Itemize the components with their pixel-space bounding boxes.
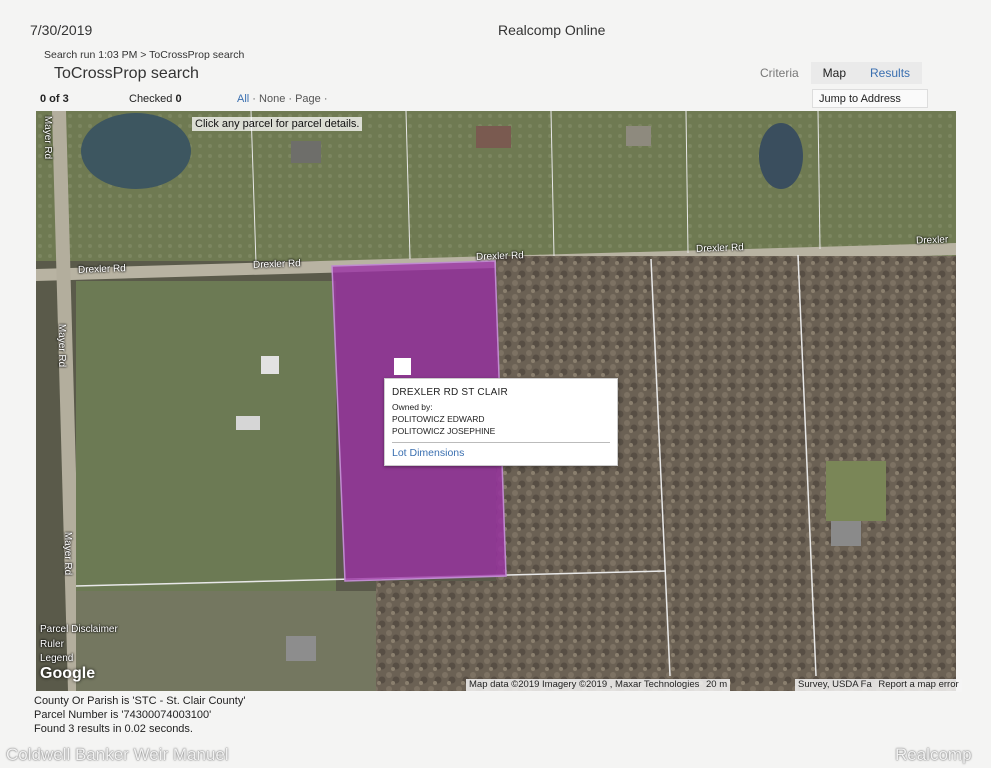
popup-marker: [394, 358, 411, 375]
popup-owned-by: Owned by:: [392, 402, 433, 412]
scale-bar: 20 m: [706, 679, 728, 690]
popup-owner: POLITOWICZ JOSEPHINE: [392, 426, 496, 436]
attribution-text: Map data ©2019 Imagery ©2019 , Maxar Tec…: [469, 679, 700, 690]
tab-results[interactable]: Results: [858, 62, 923, 84]
checked-count: Checked 0: [129, 93, 182, 105]
breadcrumb[interactable]: Search run 1:03 PM > ToCrossProp search: [44, 49, 244, 61]
road-label-mayer: Mayer Rd: [42, 115, 54, 160]
popup-divider: [392, 442, 610, 443]
criteria-parcel: Parcel Number is '74300074003100': [34, 709, 212, 721]
map-attribution-2: Survey, USDA Fa Report a map error: [795, 679, 962, 692]
road-label-drexler: Drexler Rd: [475, 250, 524, 263]
app-title: Realcomp Online: [498, 22, 606, 38]
page-title: ToCrossProp search: [54, 65, 199, 82]
road-label-mayer: Mayer Rd: [56, 323, 68, 368]
select-links: All · None · Page ·: [237, 93, 328, 105]
popup-owner: POLITOWICZ EDWARD: [392, 414, 485, 424]
road-label-drexler: Drexler: [915, 234, 949, 247]
watermark-right: Realcomp: [895, 745, 972, 764]
lot-dimensions-link[interactable]: Lot Dimensions: [392, 447, 610, 459]
legend-link[interactable]: Legend: [40, 653, 73, 664]
road-label-drexler: Drexler Rd: [252, 258, 301, 271]
result-summary: Found 3 results in 0.02 seconds.: [34, 723, 193, 735]
road-label-drexler: Drexler Rd: [695, 242, 744, 255]
result-count-value: 0 of 3: [40, 93, 69, 105]
parcel-popup: DREXLER RD ST CLAIR Owned by: POLITOWICZ…: [384, 378, 618, 466]
checked-value: 0: [175, 93, 182, 105]
result-count: 0 of 3: [40, 93, 69, 105]
checked-label: Checked: [129, 93, 173, 105]
select-page-link[interactable]: Page: [295, 93, 321, 105]
view-tabs: Criteria Map Results: [748, 62, 923, 84]
google-logo: Google: [40, 665, 96, 682]
attribution-text: Survey, USDA Fa: [798, 679, 872, 690]
road-label-mayer: Mayer Rd: [62, 531, 74, 576]
watermark-left: Coldwell Banker Weir Manuel: [6, 745, 229, 764]
ruler-link[interactable]: Ruler: [40, 639, 64, 650]
tab-map[interactable]: Map: [810, 62, 859, 84]
select-none-link[interactable]: None: [259, 93, 285, 105]
print-date: 7/30/2019: [30, 22, 93, 38]
map-hint: Click any parcel for parcel details.: [192, 117, 363, 131]
report-map-error-link[interactable]: Report a map error: [878, 679, 958, 690]
parcel-disclaimer-link[interactable]: Parcel Disclaimer: [40, 624, 118, 635]
road-label-drexler: Drexler Rd: [77, 263, 126, 276]
select-all-link[interactable]: All: [237, 93, 249, 105]
criteria-county: County Or Parish is 'STC - St. Clair Cou…: [34, 695, 246, 707]
tab-criteria[interactable]: Criteria: [748, 62, 811, 84]
jump-to-address-button[interactable]: Jump to Address: [812, 89, 928, 108]
popup-title: DREXLER RD ST CLAIR: [392, 387, 508, 398]
map-attribution: Map data ©2019 Imagery ©2019 , Maxar Tec…: [466, 679, 731, 692]
